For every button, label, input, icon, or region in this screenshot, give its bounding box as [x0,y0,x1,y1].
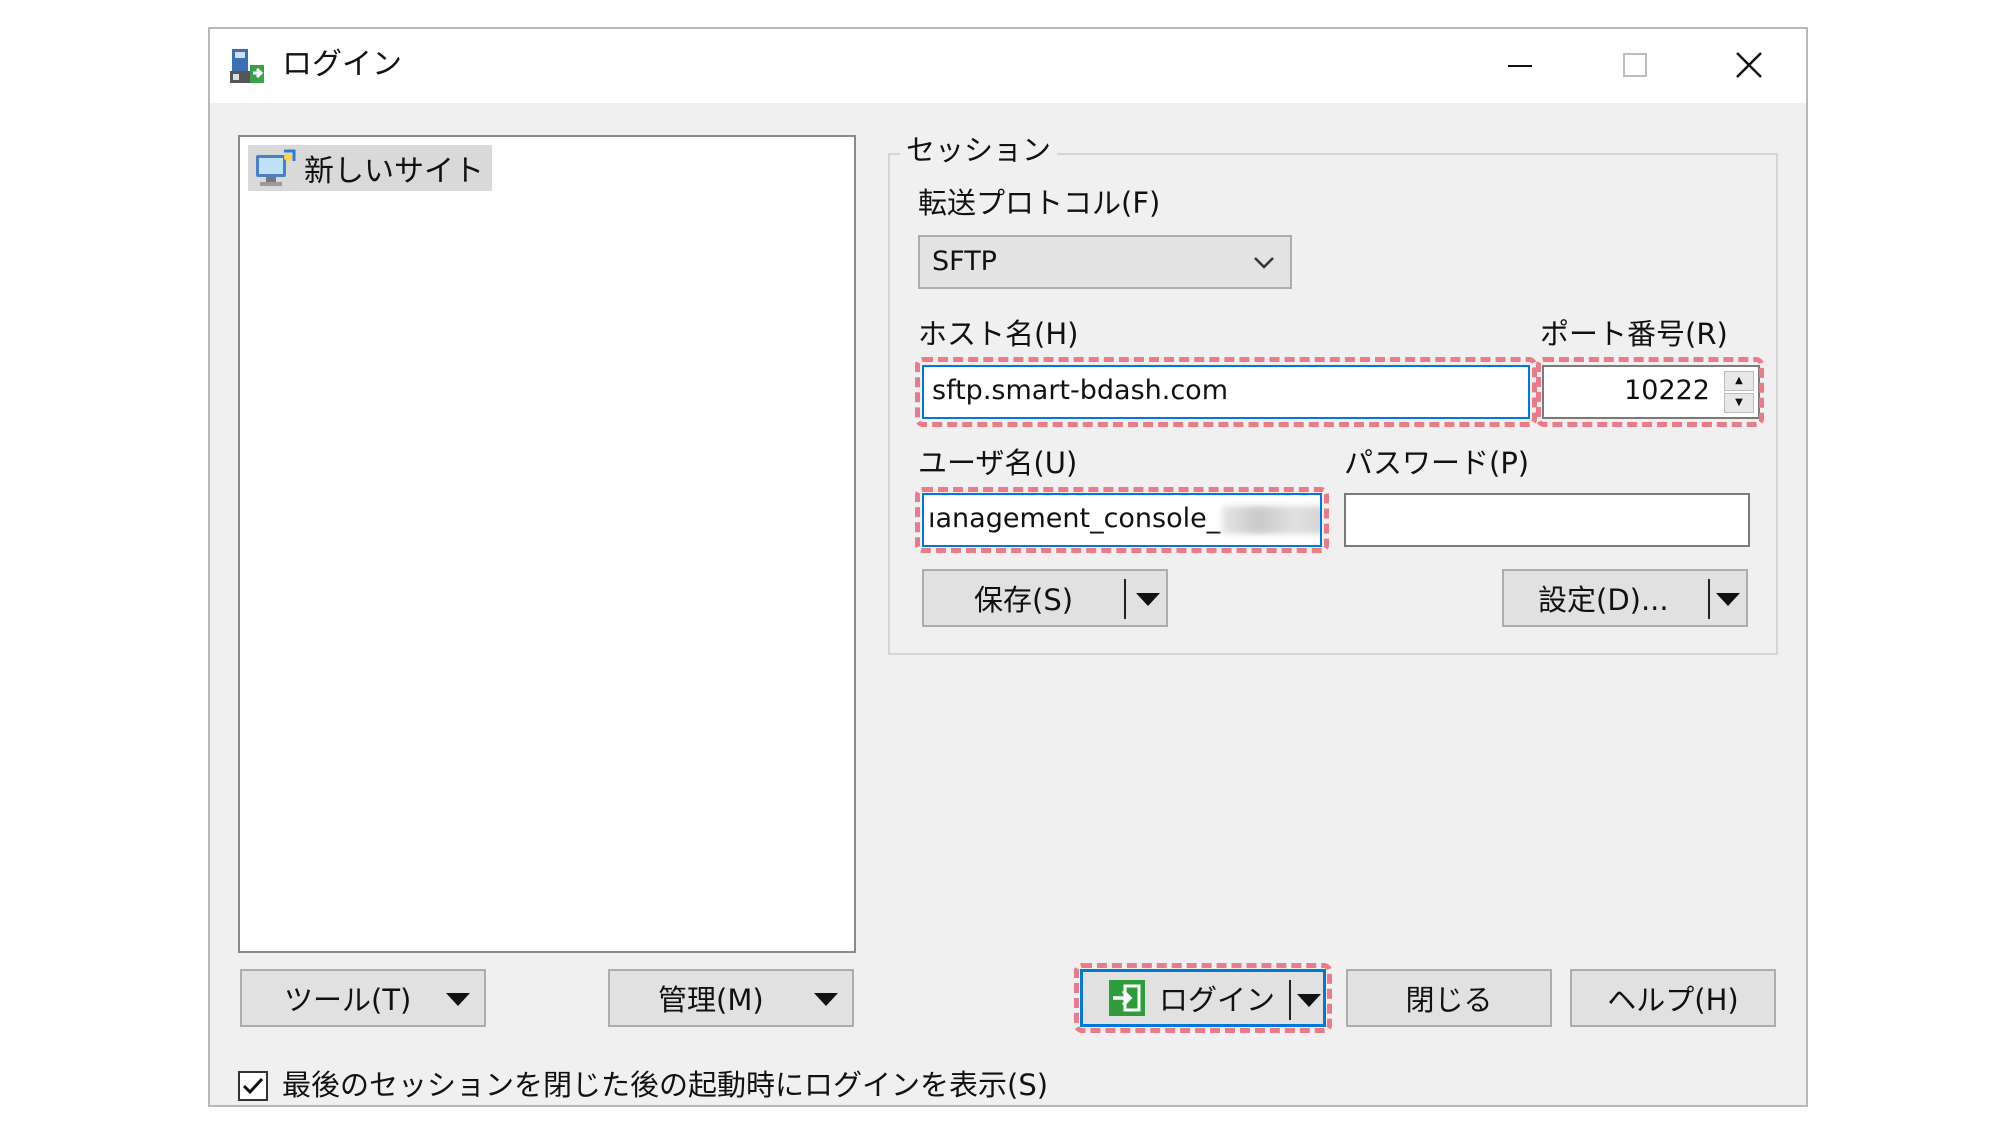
tools-button-label: ツール(T) [284,983,412,1017]
user-input[interactable]: ıanagement_console_ [922,493,1322,547]
protocol-value: SFTP [932,246,997,277]
chevron-down-icon [1254,257,1274,269]
spin-down-icon: ▼ [1735,397,1743,408]
host-input[interactable]: sftp.smart-bdash.com [922,365,1530,419]
help-button-label: ヘルプ(H) [1607,983,1739,1017]
settings-button[interactable]: 設定(D)... [1502,569,1748,627]
minimize-icon [1508,65,1532,67]
settings-split-separator [1708,579,1710,619]
password-input[interactable] [1344,493,1750,547]
minimize-button[interactable] [1490,37,1550,93]
host-label: ホスト名(H) [918,317,1079,351]
protocol-select[interactable]: SFTP [918,235,1292,289]
login-button-label: ログイン [1159,983,1276,1017]
session-group-title: セッション [900,132,1058,168]
save-button[interactable]: 保存(S) [922,569,1168,627]
host-value: sftp.smart-bdash.com [932,375,1228,406]
redacted-mask [1222,505,1320,534]
login-split-separator [1289,980,1291,1020]
protocol-label: 転送プロトコル(F) [918,186,1161,220]
close-button[interactable]: 閉じる [1346,969,1552,1027]
port-spinner[interactable]: ▲ ▼ [1724,371,1754,413]
maximize-icon [1623,53,1647,77]
site-item-new-site[interactable]: 新しいサイト [248,145,492,191]
port-label: ポート番号(R) [1540,317,1728,351]
password-label: パスワード(P) [1344,446,1530,480]
spin-down-button[interactable]: ▼ [1724,393,1754,413]
tools-dropdown-arrow-icon [446,993,470,1006]
spin-up-button[interactable]: ▲ [1724,371,1754,391]
manage-button-label: 管理(M) [658,983,764,1017]
maximize-button[interactable] [1605,37,1665,93]
save-dropdown-arrow-icon[interactable] [1136,593,1160,606]
title-bar: ログイン [210,29,1806,103]
startup-login-checkbox-label[interactable]: 最後のセッションを閉じた後の起動時にログインを表示(S) [282,1067,1048,1103]
spin-up-icon: ▲ [1735,375,1743,386]
close-button-label: 閉じる [1405,983,1493,1017]
manage-button[interactable]: 管理(M) [608,969,854,1027]
manage-dropdown-arrow-icon [814,993,838,1006]
new-site-icon [256,149,296,186]
site-item-label: 新しいサイト [304,154,484,189]
winscp-app-icon [230,49,264,83]
checkmark-icon [242,1077,264,1095]
port-input[interactable]: 10222 ▲ ▼ [1542,365,1760,419]
user-value: ıanagement_console_ [928,503,1221,534]
window-title: ログイン [282,47,402,82]
settings-dropdown-arrow-icon[interactable] [1716,593,1740,606]
port-value: 10222 [1624,375,1710,406]
login-button[interactable]: ログイン [1080,969,1326,1027]
save-button-label: 保存(S) [974,583,1074,617]
login-dropdown-arrow-icon[interactable] [1297,994,1321,1007]
startup-login-checkbox[interactable] [238,1071,268,1101]
save-split-separator [1124,579,1126,619]
help-button[interactable]: ヘルプ(H) [1570,969,1776,1027]
login-icon [1109,980,1145,1016]
close-icon [1736,52,1762,78]
close-window-button[interactable] [1719,37,1779,93]
login-dialog: ログイン 新しいサイト セッション 転送プロトコル(F) SFTP ホスト名(H… [208,27,1808,1107]
settings-button-label: 設定(D)... [1538,583,1669,617]
user-label: ユーザ名(U) [918,446,1078,480]
site-tree[interactable]: 新しいサイト [238,135,856,953]
tools-button[interactable]: ツール(T) [240,969,486,1027]
